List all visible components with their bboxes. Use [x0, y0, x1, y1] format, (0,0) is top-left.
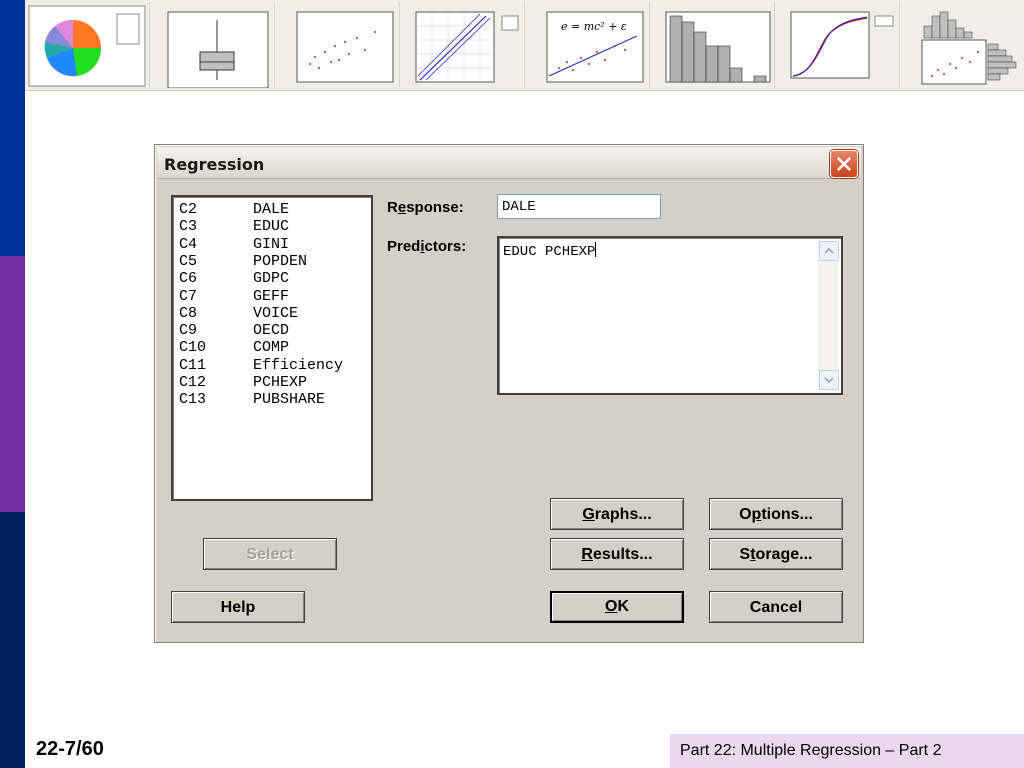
accent-mid [0, 256, 25, 512]
histogram-icon [665, 11, 771, 83]
cancel-button[interactable]: Cancel [709, 591, 843, 623]
variable-column-id: C10 [179, 339, 207, 357]
marginal-plot-icon [921, 11, 1017, 85]
scroll-down-button[interactable] [819, 370, 839, 390]
cdf-plot-icon [790, 11, 894, 79]
thumbnail-boxplot[interactable] [150, 2, 275, 88]
predictors-label: Predictors: [387, 238, 467, 255]
variable-name: VOICE [253, 304, 299, 322]
probability-plot-icon [415, 11, 519, 83]
thumbnail-histogram[interactable] [650, 2, 775, 88]
variable-list-item[interactable]: C11 Efficiency [179, 357, 343, 375]
variable-name: PUBSHARE [253, 391, 326, 409]
variable-list-item[interactable]: C12 PCHEXP [179, 374, 307, 392]
variable-list-item[interactable]: C2 DALE [179, 201, 289, 219]
variable-name: Efficiency [253, 356, 344, 374]
variable-column-id: C11 [179, 356, 207, 374]
thumbnail-marginal-plot[interactable] [900, 2, 1024, 88]
dialog-titlebar[interactable]: Regression [157, 147, 861, 179]
boxplot-icon [167, 11, 269, 88]
options-button[interactable]: Options... [709, 498, 843, 530]
response-input[interactable]: DALE [497, 194, 661, 219]
graph-thumbnails-strip: e = mc² + ε [25, 0, 1024, 91]
predictors-text: EDUC PCHEXP [503, 244, 596, 260]
close-icon [837, 157, 851, 171]
variable-name: GEFF [253, 287, 290, 305]
slide-section-title: Part 22: Multiple Regression – Part 2 [670, 734, 1024, 768]
variable-list[interactable]: C2 DALE C3 EDUC C4 GINI C5 POPDEN C6 GDPC C7 GEFF C8… [171, 195, 373, 501]
help-button[interactable]: Help [171, 591, 305, 623]
formula-text: e = mc² + ε [561, 20, 627, 33]
thumbnail-scatterplot-formula[interactable]: e = mc² + ε [525, 2, 650, 88]
variable-list-item[interactable]: C9 OECD [179, 322, 289, 340]
variable-column-id: C12 [179, 374, 207, 391]
variable-column-id: C9 [179, 322, 198, 340]
variable-name: GDPC [253, 270, 290, 288]
predictors-scrollbar[interactable] [818, 241, 839, 390]
variable-list-item[interactable]: C4 GINI [179, 236, 289, 254]
pie-chart-icon [28, 5, 146, 87]
response-label: Response: [387, 199, 464, 216]
chevron-up-icon [824, 247, 834, 254]
variable-name: EDUC [253, 218, 290, 236]
variable-list-item[interactable]: C10 COMP [179, 339, 289, 357]
variable-list-item[interactable]: C6 GDPC [179, 270, 289, 288]
results-button[interactable]: Results... [550, 538, 684, 570]
thumbnail-pie-chart[interactable] [25, 2, 150, 88]
scatterplot-icon [296, 11, 394, 83]
accent-top [0, 0, 25, 256]
thumbnail-scatterplot[interactable] [275, 2, 400, 88]
variable-name: GINI [253, 235, 290, 253]
text-cursor [595, 242, 597, 257]
variable-column-id: C7 [179, 287, 198, 305]
slide-number: 22-7/60 [36, 738, 104, 760]
graphs-button[interactable]: Graphs... [550, 498, 684, 530]
variable-name: COMP [253, 339, 290, 357]
variable-column-id: C4 [179, 235, 198, 253]
variable-list-item[interactable]: C3 EDUC [179, 218, 289, 236]
variable-name: DALE [253, 201, 290, 218]
variable-name: OECD [253, 322, 290, 340]
variable-column-id: C2 [179, 201, 198, 218]
variable-name: POPDEN [253, 252, 308, 270]
variable-list-item[interactable]: C5 POPDEN [179, 253, 307, 271]
variable-column-id: C13 [179, 391, 207, 409]
variable-list-item[interactable]: C13 PUBSHARE [179, 391, 325, 409]
left-accent-bar [0, 0, 25, 768]
variable-column-id: C5 [179, 252, 198, 270]
predictors-input[interactable]: EDUC PCHEXP [497, 236, 843, 395]
thumbnail-probability-plot[interactable] [400, 2, 525, 88]
variable-list-item[interactable]: C8 VOICE [179, 305, 298, 323]
close-button[interactable] [830, 150, 858, 178]
variable-name: PCHEXP [253, 374, 308, 391]
variable-list-item[interactable]: C7 GEFF [179, 288, 289, 306]
accent-bottom [0, 512, 25, 768]
variable-column-id: C6 [179, 270, 198, 288]
scatterplot-formula-icon [546, 11, 644, 83]
regression-dialog: Regression C2 DALE C3 EDUC C4 GINI C5 POPDEN C6 G… [154, 144, 864, 643]
variable-column-id: C3 [179, 218, 198, 236]
chevron-down-icon [824, 377, 834, 384]
ok-button[interactable]: OK [550, 591, 684, 623]
select-button[interactable]: Select [203, 538, 337, 570]
variable-column-id: C8 [179, 304, 198, 322]
dialog-title: Regression [164, 155, 265, 174]
storage-button[interactable]: Storage... [709, 538, 843, 570]
thumbnail-cdf-plot[interactable] [775, 2, 900, 88]
scroll-up-button[interactable] [819, 241, 839, 261]
